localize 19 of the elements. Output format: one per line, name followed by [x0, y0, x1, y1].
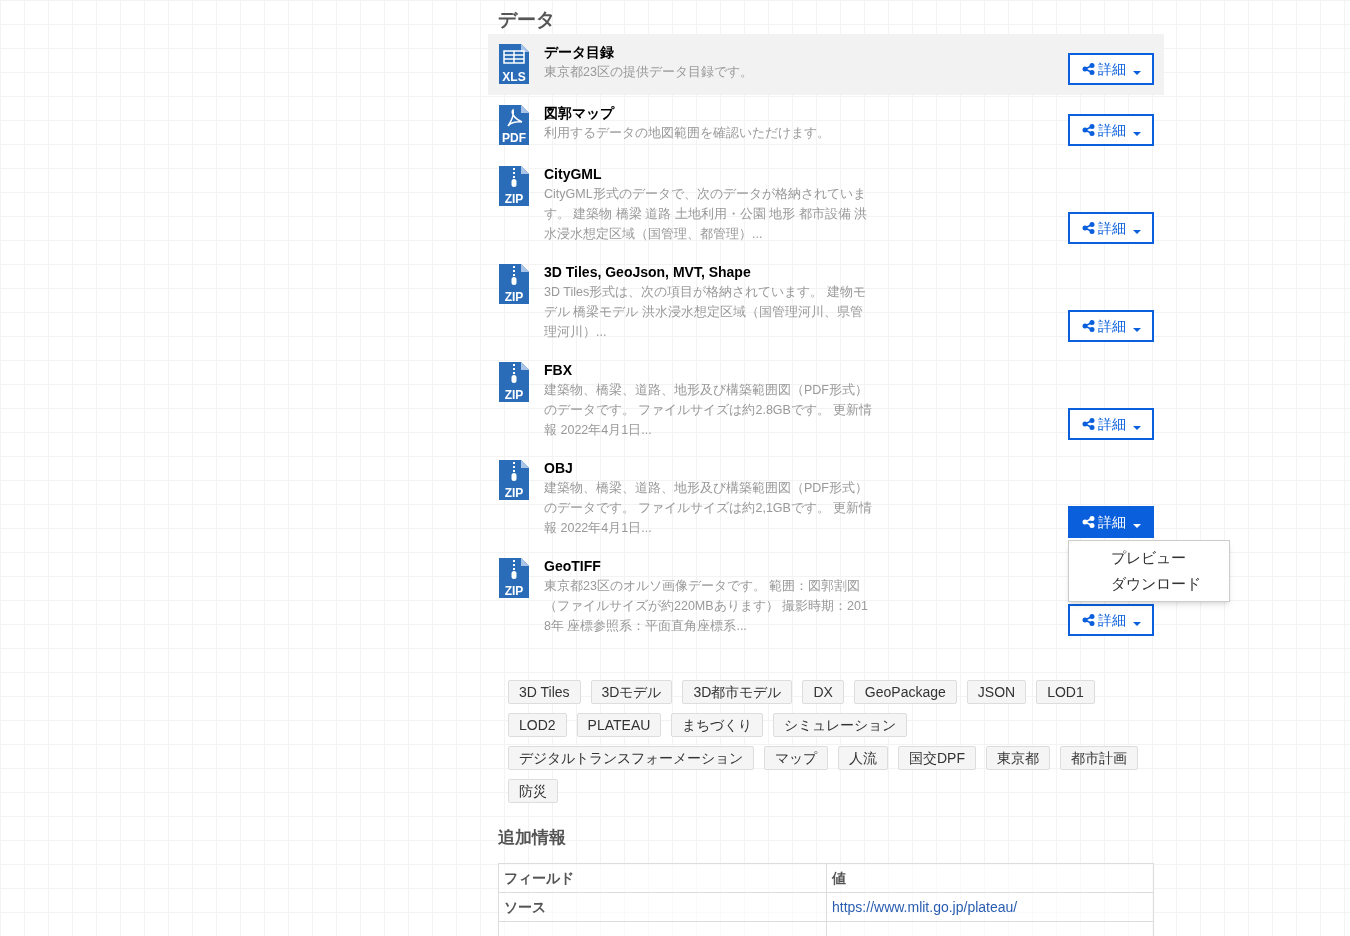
file-type-label: ZIP — [503, 291, 525, 304]
file-type-label: XLS — [501, 71, 527, 84]
resource-description: 利用するデータの地図範囲を確認いただけます。 — [544, 125, 831, 142]
file-type-label: ZIP — [503, 193, 525, 206]
resource-description: 建築物、橋梁、道路、地形及び構築範囲図（PDF形式）のデータです。 ファイルサイズは約2.8GBです。 更新情報 2022年4月1日... — [544, 382, 874, 439]
column-header: 値 — [826, 863, 1154, 893]
table-cell: ソース — [498, 892, 827, 922]
file-type-label: ZIP — [503, 389, 525, 402]
resource-description: CityGML形式のデータで、次のデータが格納されています。 建築物 橋梁 道路 土地利用・公園 地形 都市設備 洪水浸水想定区域（国管理、都管理）... — [544, 186, 869, 243]
resource-description: 東京都23区の提供データ目録です。 — [544, 64, 754, 81]
file-type-label: ZIP — [503, 487, 525, 500]
resource-description: 3D Tiles形式は、次の項目が格納されています。 建物モデル 橋梁モデル 洪水浸水想定区域（国管理河川、県管理河川）... — [544, 284, 867, 341]
column-header: フィールド — [498, 863, 827, 893]
section-heading: データ — [498, 8, 556, 32]
file-type-label: ZIP — [503, 585, 525, 598]
resource-description: 東京都23区のオルソ画像データです。 範囲：図郭割図（ファイルサイズが約220MBあります） 撮影時期：2018年 座標参照系：平面直角座標系... — [544, 578, 869, 635]
resource-description: 建築物、橋梁、道路、地形及び構築範囲図（PDF形式）のデータです。 ファイルサイズは約2,1GBです。 更新情報 2022年4月1日... — [544, 480, 874, 537]
section-heading: 追加情報 — [498, 827, 567, 849]
file-type-label: PDF — [501, 132, 527, 145]
